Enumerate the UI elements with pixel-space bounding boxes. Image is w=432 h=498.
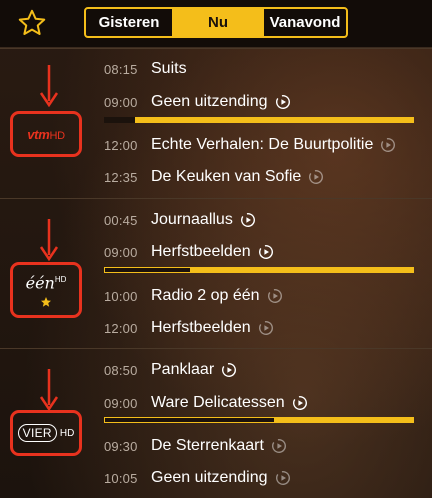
progress-remaining <box>274 417 414 423</box>
progress-remaining <box>135 117 414 123</box>
arrow-down-icon <box>39 65 59 107</box>
program-title: Panklaar <box>151 361 215 378</box>
program-title: Ware Delicatessen <box>151 394 285 411</box>
program-time: 12:00 <box>104 137 138 153</box>
favorites-star-icon[interactable] <box>14 7 50 39</box>
progress-bar <box>104 117 414 123</box>
play-icon[interactable] <box>292 395 308 411</box>
play-icon[interactable] <box>240 212 256 228</box>
channel-sidebar: vtmHD <box>0 49 88 198</box>
channel-row-een: éénHD 00:45 Journaallus 09:00 Herfstbeel… <box>0 198 432 348</box>
play-icon[interactable] <box>275 94 291 110</box>
channel-sidebar: VIER HD <box>0 349 88 498</box>
program-title: Geen uitzending <box>151 93 268 110</box>
tab-gisteren[interactable]: Gisteren <box>86 9 174 36</box>
progress-elapsed <box>104 117 135 123</box>
program-item[interactable]: 12:35 De Keuken van Sofie <box>104 166 422 188</box>
program-title: Herfstbeelden <box>151 319 251 336</box>
program-item[interactable]: 10:05 Geen uitzending <box>104 467 422 489</box>
progress-bar <box>104 417 414 423</box>
play-icon[interactable] <box>271 438 287 454</box>
program-item[interactable]: 10:00 Radio 2 op één <box>104 285 422 307</box>
progress-elapsed <box>104 417 275 423</box>
favorite-star-icon <box>41 296 51 307</box>
play-icon[interactable] <box>275 470 291 486</box>
logo-hd: HD <box>49 129 65 142</box>
channel-row-vtm: vtmHD 08:15 Suits 09:00 Geen uitzending … <box>0 48 432 198</box>
play-icon[interactable] <box>380 137 396 153</box>
progress-elapsed <box>104 267 191 273</box>
day-selector: Gisteren Nu Vanavond <box>84 7 348 38</box>
program-title: De Sterrenkaart <box>151 437 264 454</box>
channel-logo-vtm[interactable]: vtmHD <box>10 111 82 157</box>
play-icon[interactable] <box>221 362 237 378</box>
program-item[interactable]: 09:30 De Sterrenkaart <box>104 435 422 457</box>
arrow-down-icon <box>39 219 59 261</box>
program-time: 00:45 <box>104 212 138 228</box>
program-time: 10:00 <box>104 288 138 304</box>
program-item-current[interactable]: 09:00 Ware Delicatessen <box>104 392 422 414</box>
program-title: De Keuken van Sofie <box>151 168 302 185</box>
program-title: Geen uitzending <box>151 469 268 486</box>
logo-hd: HD <box>54 275 67 285</box>
program-title: Suits <box>151 60 187 77</box>
program-time: 09:00 <box>104 395 138 411</box>
play-icon[interactable] <box>267 288 283 304</box>
progress-remaining <box>190 267 414 273</box>
play-icon[interactable] <box>258 244 274 260</box>
channel-logo-vier[interactable]: VIER HD <box>10 410 82 456</box>
tab-vanavond[interactable]: Vanavond <box>264 9 346 36</box>
program-time: 08:15 <box>104 61 138 77</box>
program-time: 09:00 <box>104 244 138 260</box>
program-time: 12:35 <box>104 169 138 185</box>
logo-hd: HD <box>59 427 75 439</box>
program-item[interactable]: 08:15 Suits <box>104 58 422 80</box>
top-bar: Gisteren Nu Vanavond <box>0 0 432 48</box>
program-item-current[interactable]: 09:00 Herfstbeelden <box>104 241 422 263</box>
program-title: Herfstbeelden <box>151 243 251 260</box>
program-item-current[interactable]: 09:00 Geen uitzending <box>104 91 422 113</box>
program-title: Journaallus <box>151 211 233 228</box>
program-item[interactable]: 00:45 Journaallus <box>104 209 422 231</box>
play-icon[interactable] <box>308 169 324 185</box>
play-icon[interactable] <box>258 320 274 336</box>
program-time: 09:00 <box>104 94 138 110</box>
program-time: 12:00 <box>104 320 138 336</box>
progress-bar <box>104 267 414 273</box>
logo-text: één <box>25 273 55 293</box>
tab-nu[interactable]: Nu <box>174 9 264 36</box>
program-title: Radio 2 op één <box>151 287 260 304</box>
logo-text: VIER <box>17 424 57 442</box>
program-time: 10:05 <box>104 470 138 486</box>
program-item[interactable]: 12:00 Herfstbeelden <box>104 317 422 339</box>
program-title: Echte Verhalen: De Buurtpolitie <box>151 136 374 153</box>
program-item[interactable]: 08:50 Panklaar <box>104 359 422 381</box>
arrow-down-icon <box>39 369 59 411</box>
program-time: 09:30 <box>104 438 138 454</box>
channel-logo-een[interactable]: éénHD <box>10 262 82 318</box>
program-time: 08:50 <box>104 362 138 378</box>
program-item[interactable]: 12:00 Echte Verhalen: De Buurtpolitie <box>104 134 422 156</box>
channel-sidebar: éénHD <box>0 199 88 348</box>
logo-text: vtm <box>27 126 50 142</box>
channel-row-vier: VIER HD 08:50 Panklaar 09:00 Ware Delicat… <box>0 348 432 498</box>
